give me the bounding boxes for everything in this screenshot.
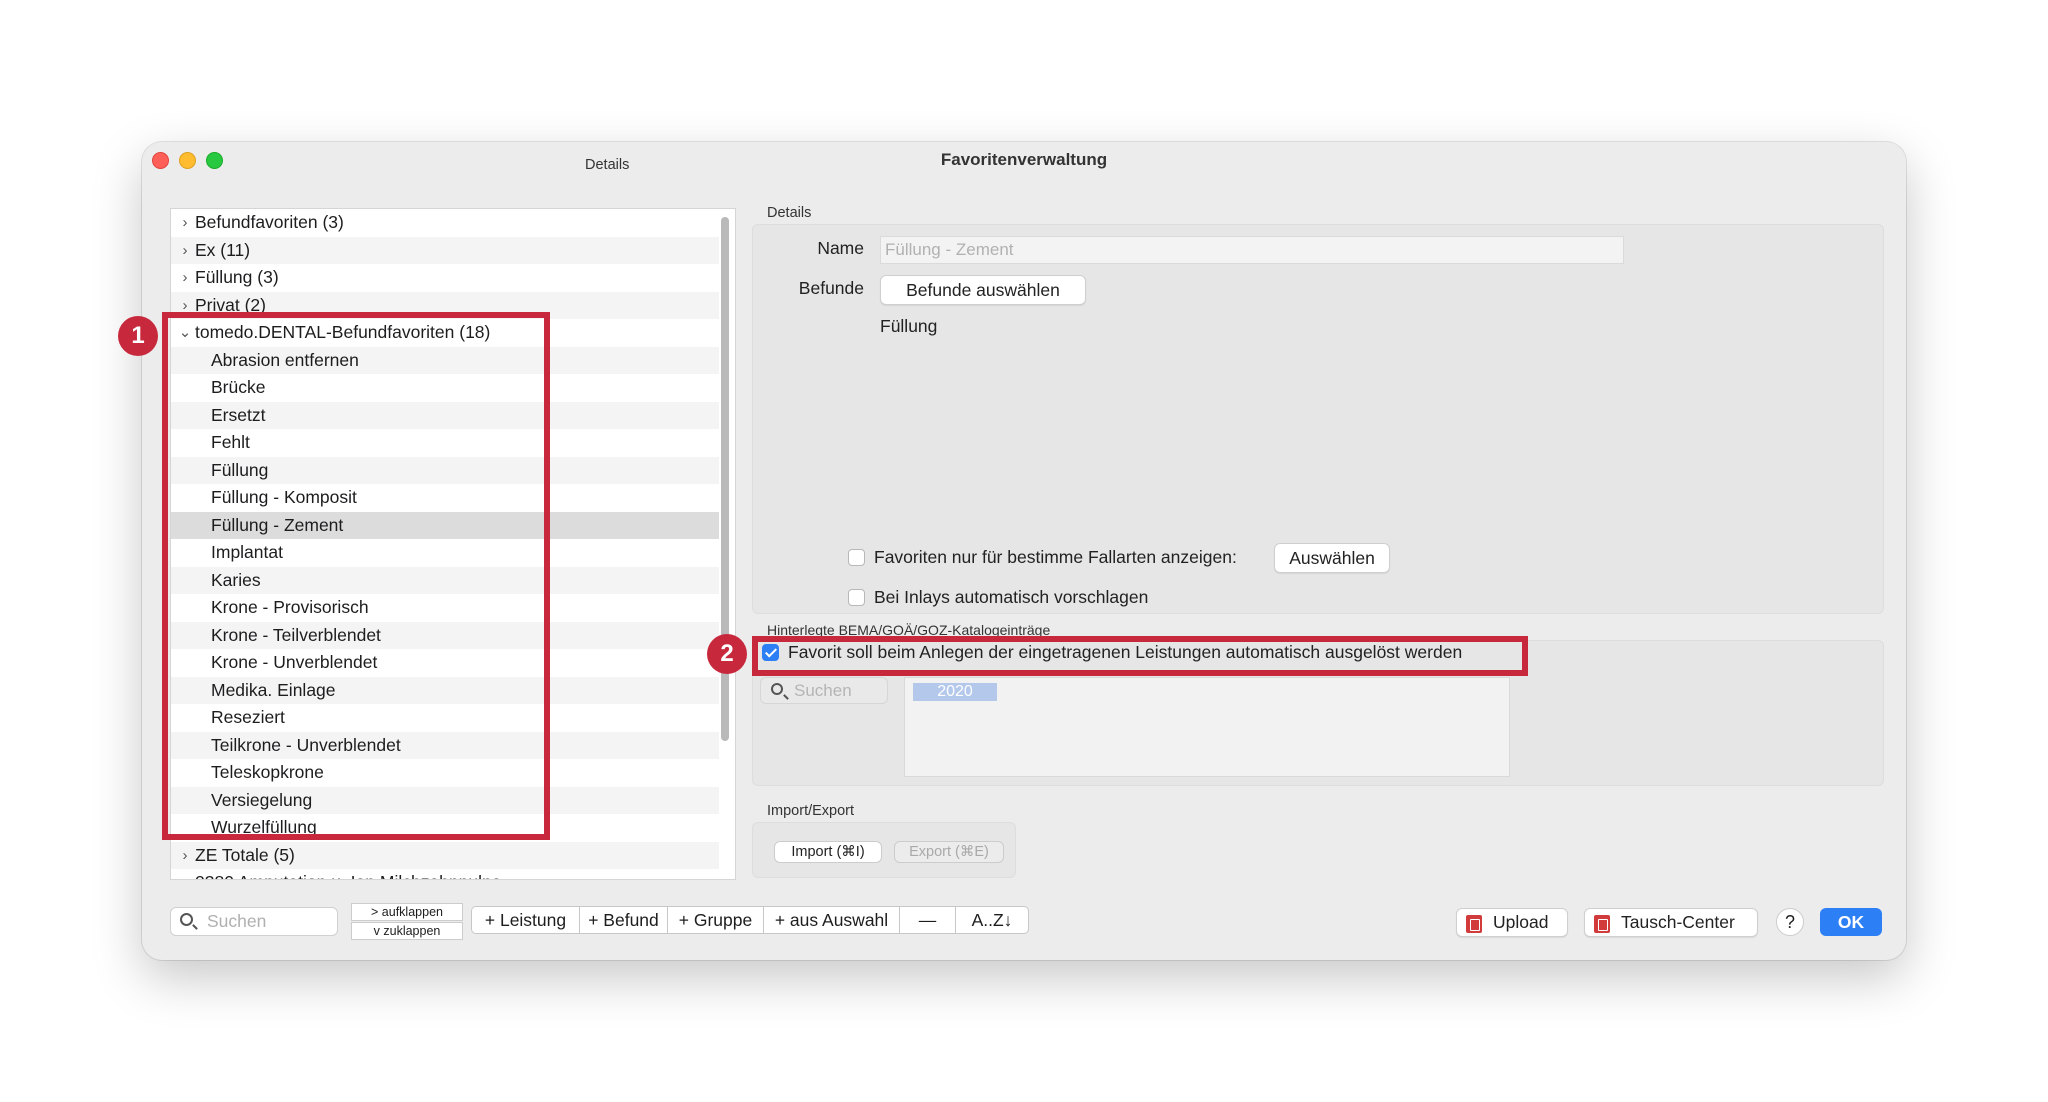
import-button[interactable]: Import (⌘I) <box>774 841 882 863</box>
year-badge: 2020 <box>913 683 997 701</box>
inlays-checkbox[interactable] <box>848 589 865 606</box>
add-befund-button[interactable]: + Befund <box>580 907 668 933</box>
expand-all-button[interactable]: > aufklappen <box>351 903 463 921</box>
checkbox-highlight-box <box>752 636 1528 676</box>
auswaehlen-button[interactable]: Auswählen <box>1274 543 1390 573</box>
titlebar: Favoritenverwaltung <box>142 142 1906 178</box>
annotation-marker-2: 2 <box>707 634 747 674</box>
tree-actions-toolbar: + Leistung + Befund + Gruppe + aus Auswa… <box>471 906 1029 934</box>
details-section-label: Details <box>585 157 630 173</box>
catalog-search-icon <box>771 683 783 695</box>
tree-highlight-box <box>162 312 550 840</box>
export-button[interactable]: Export (⌘E) <box>894 841 1004 863</box>
tree-row-label: 2380 Amputation u. Ien Milchzahnpulpa <box>195 869 501 879</box>
befunde-label: Befunde <box>798 278 864 298</box>
catalog-entries-list[interactable]: 2020 <box>904 677 1510 777</box>
befunde-auswaehlen-button[interactable]: Befunde auswählen <box>880 275 1086 305</box>
collapse-all-button[interactable]: v zuklappen <box>351 922 463 940</box>
tree-row[interactable]: › Ex (11) <box>171 236 719 265</box>
tree-row[interactable]: › Füllung (3) <box>171 264 719 292</box>
upload-label: Upload <box>1493 912 1549 932</box>
fallarten-label: Favoriten nur für bestimme Fallarten anz… <box>874 547 1237 567</box>
add-leistung-button[interactable]: + Leistung <box>472 907 580 933</box>
chevron-right-icon[interactable]: › <box>178 209 192 237</box>
fallarten-checkbox[interactable] <box>848 549 865 566</box>
import-export-section-label: Import/Export <box>767 803 855 819</box>
name-field[interactable]: Füllung - Zement <box>880 236 1624 264</box>
window-title: Favoritenverwaltung <box>940 150 1108 169</box>
details-section-label-text: Details <box>767 205 812 221</box>
tausch-center-label: Tausch-Center <box>1621 912 1735 932</box>
inlays-label: Bei Inlays automatisch vorschlagen <box>874 587 1149 607</box>
favorites-search-input[interactable]: Suchen <box>170 907 338 936</box>
add-gruppe-button[interactable]: + Gruppe <box>668 907 764 933</box>
tree-row[interactable]: › Befundfavoriten (3) <box>171 209 719 237</box>
remove-button[interactable]: — <box>900 907 956 933</box>
tree-row[interactable]: › ZE Totale (5) <box>171 841 719 870</box>
tausch-center-icon <box>1594 915 1610 933</box>
name-label: Name <box>817 238 864 258</box>
help-button[interactable]: ? <box>1776 908 1804 936</box>
tree-row[interactable]: 2380 Amputation u. Ien Milchzahnpulpa <box>171 869 719 879</box>
befunde-value: Füllung <box>880 316 938 336</box>
chevron-right-icon[interactable]: › <box>178 842 192 870</box>
tree-row-label: Füllung (3) <box>195 267 279 287</box>
chevron-right-icon[interactable]: › <box>178 237 192 265</box>
annotation-marker-1: 1 <box>118 316 158 356</box>
upload-icon <box>1466 915 1482 933</box>
ok-button[interactable]: OK <box>1820 908 1882 936</box>
sort-button[interactable]: A..Z↓ <box>956 907 1028 933</box>
chevron-right-icon[interactable]: › <box>178 264 192 292</box>
search-icon <box>180 913 193 926</box>
tausch-center-button[interactable]: Tausch-Center <box>1584 908 1758 937</box>
tree-row-label: ZE Totale (5) <box>195 844 295 865</box>
add-from-selection-button[interactable]: + aus Auswahl <box>764 907 900 933</box>
tree-row-label: Ex (11) <box>195 239 251 260</box>
tree-row-label: Befundfavoriten (3) <box>195 212 344 232</box>
